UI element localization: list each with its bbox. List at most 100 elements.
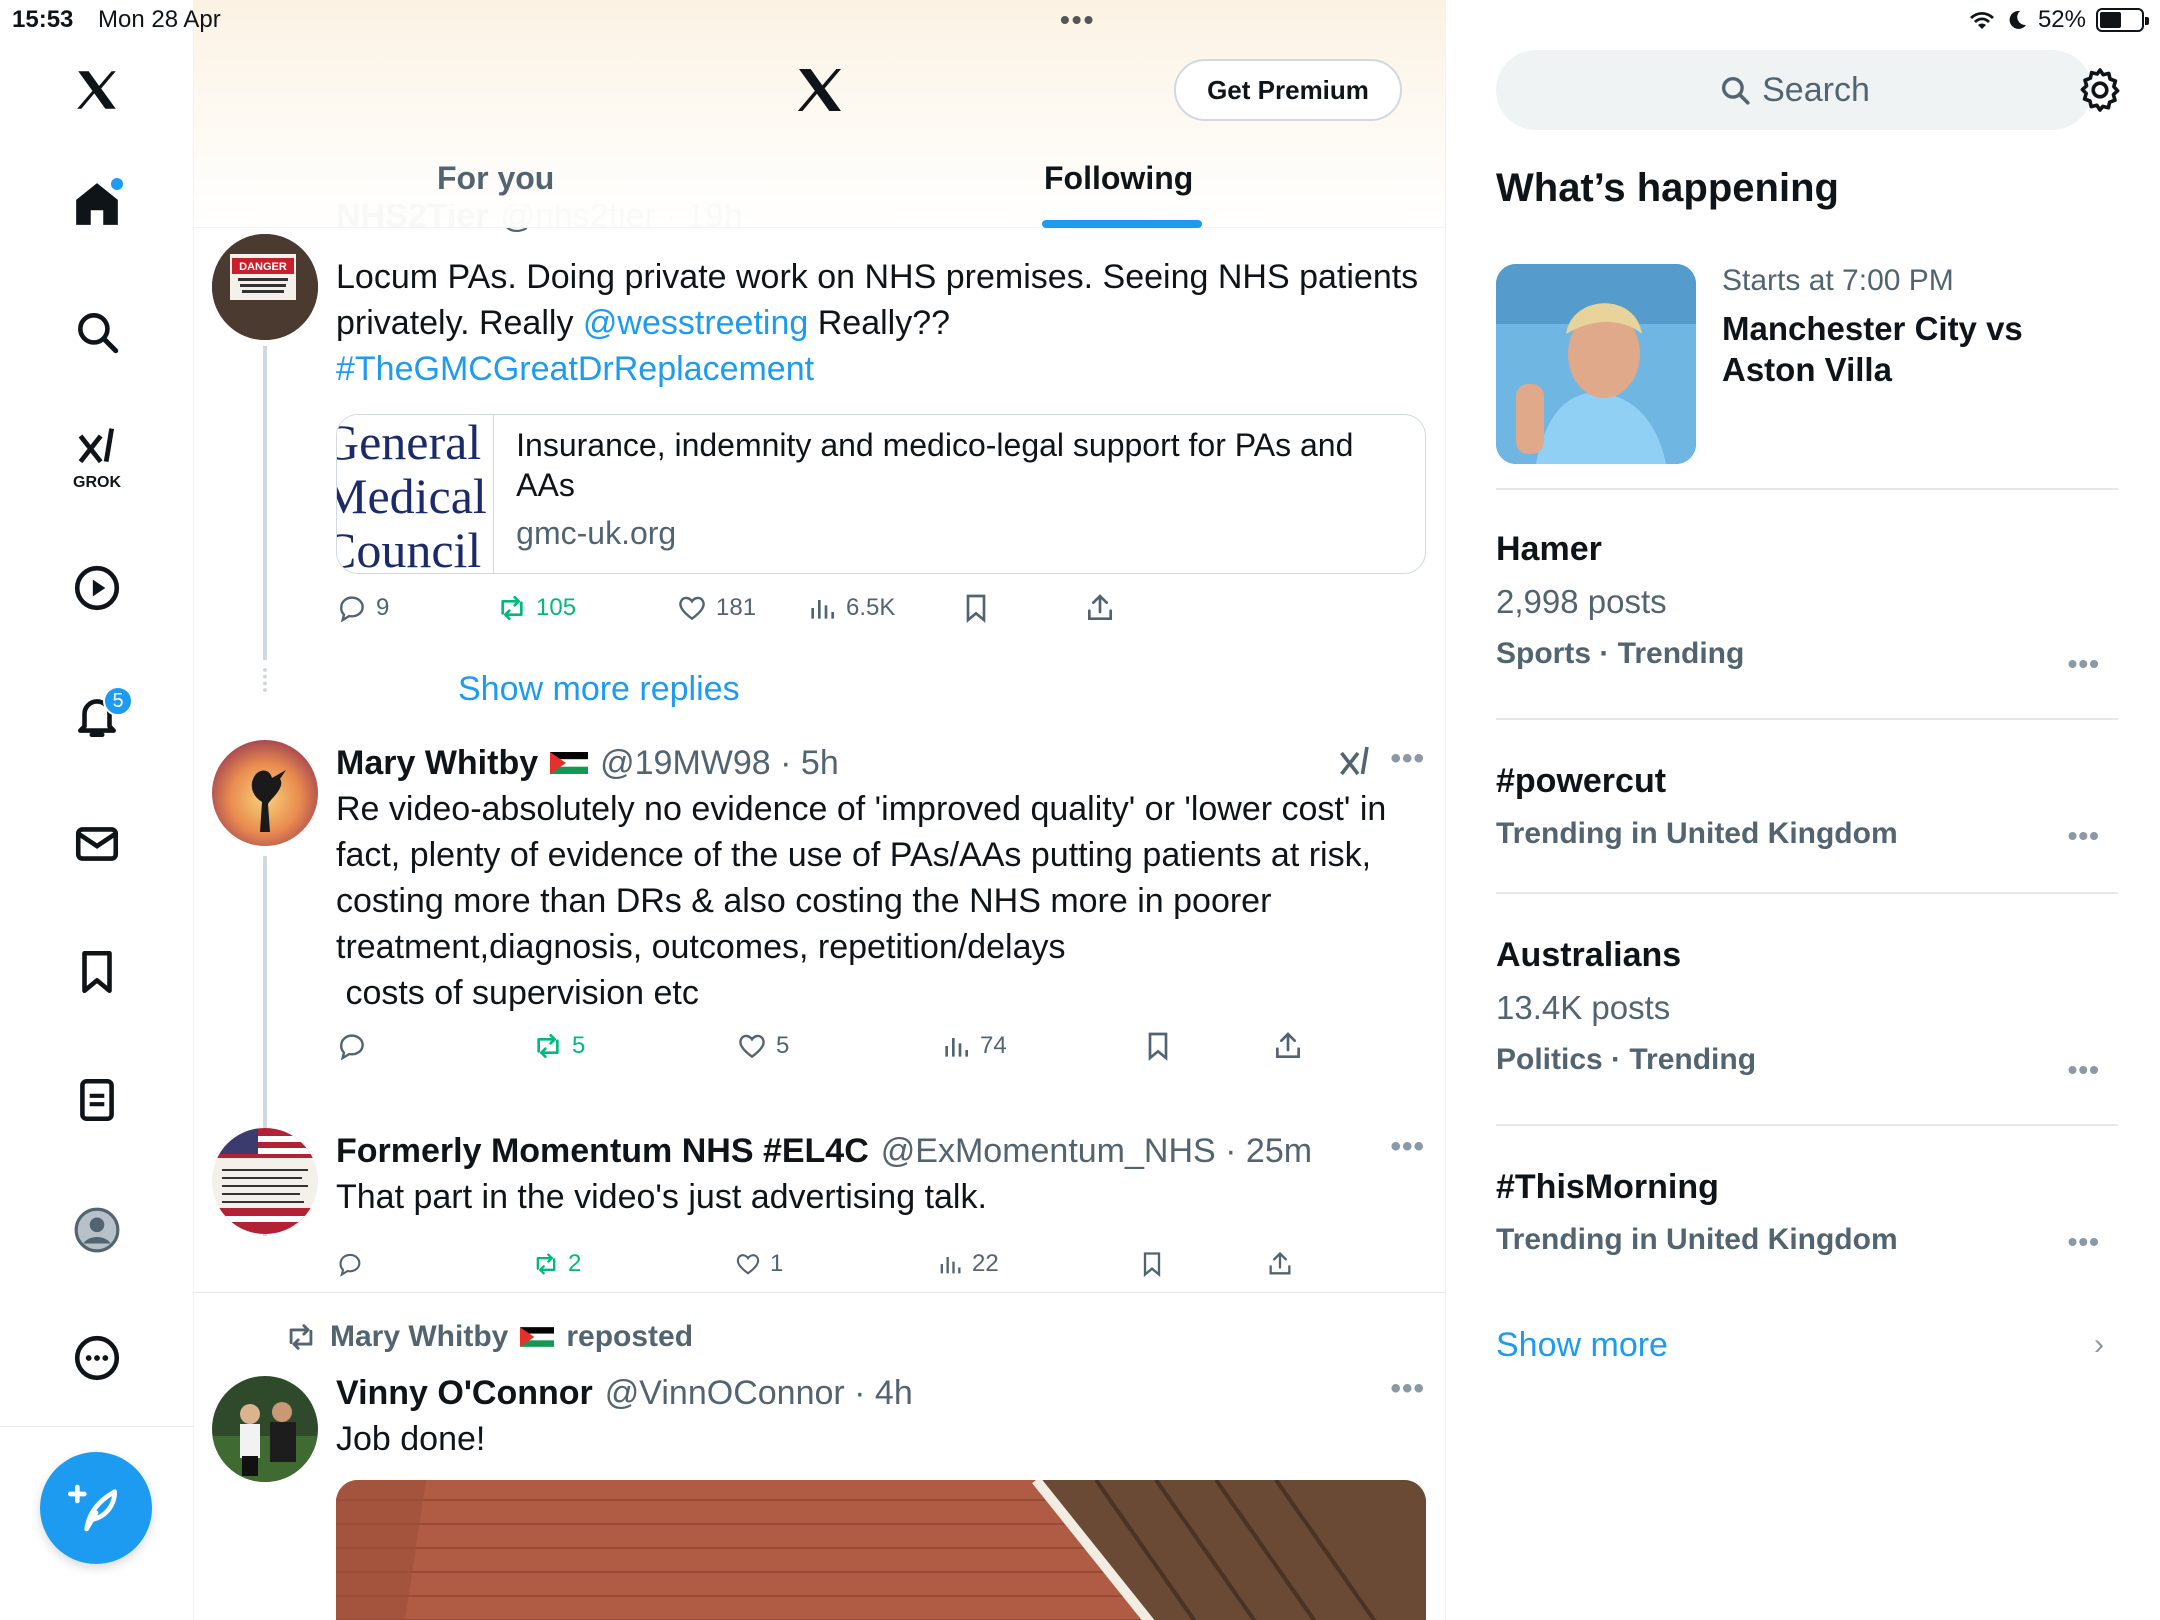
more-options-icon[interactable]: ••• — [2068, 1054, 2100, 1086]
view-count: 74 — [980, 1032, 1007, 1059]
danger-sign-avatar-image: DANGER — [212, 234, 318, 340]
newspaper-flag-avatar-image — [212, 1128, 318, 1234]
tweet-actions: 9 105 181 6.5K — [336, 592, 1116, 624]
link-card[interactable]: General Medical Council Insurance, indem… — [336, 414, 1426, 574]
share-button[interactable] — [1272, 1030, 1304, 1062]
trend-meta: Politics · Trending — [1496, 1043, 1757, 1076]
avatar[interactable] — [212, 1376, 318, 1482]
grok-label: GROK — [73, 474, 121, 491]
repost-icon — [501, 596, 523, 620]
more-options-icon[interactable]: ••• — [1390, 742, 1425, 776]
repost-count: 5 — [572, 1032, 586, 1059]
x-logo-icon[interactable] — [792, 62, 848, 118]
lists-icon[interactable] — [57, 1060, 137, 1140]
home-icon[interactable] — [57, 164, 137, 244]
show-more-trends-link[interactable]: Show more — [1496, 1326, 1668, 1365]
get-premium-button[interactable]: Get Premium — [1174, 59, 1402, 121]
share-icon — [1269, 1251, 1291, 1275]
more-options-icon[interactable] — [57, 1318, 137, 1398]
x-logo-icon[interactable] — [57, 50, 137, 130]
reply-icon — [340, 1034, 364, 1061]
reply-button[interactable] — [336, 1250, 532, 1278]
bookmark-button[interactable] — [960, 592, 1084, 624]
trend-item-powercut[interactable]: #powercut Trending in United Kingdom ••• — [1496, 762, 2118, 851]
tweet-text-line: fact, plenty of evidence of the use of P… — [336, 836, 1372, 874]
more-options-icon[interactable]: ••• — [1390, 1130, 1425, 1164]
author-name[interactable]: Mary Whitby — [336, 744, 538, 783]
repost-button[interactable]: 2 — [532, 1250, 734, 1278]
more-options-icon[interactable]: ••• — [1390, 1372, 1425, 1406]
chevron-right-icon: › — [2094, 1328, 2104, 1361]
trend-item-thismorning[interactable]: #ThisMorning Trending in United Kingdom … — [1496, 1168, 2118, 1257]
more-options-icon[interactable]: ••• — [2068, 648, 2100, 680]
like-button[interactable]: 181 — [676, 592, 806, 624]
messages-envelope-icon[interactable] — [57, 804, 137, 884]
tab-following[interactable]: Following — [1044, 160, 1193, 197]
reply-button[interactable]: 9 — [336, 592, 496, 624]
notifications-bell-icon[interactable]: 5 — [57, 676, 137, 756]
avatar[interactable] — [212, 1128, 318, 1234]
battery-level — [2100, 12, 2121, 28]
avatar[interactable]: DANGER — [212, 234, 318, 340]
trend-item-hamer[interactable]: Hamer 2,998 posts Sports · Trending ••• — [1496, 530, 2118, 679]
compose-post-button[interactable] — [40, 1452, 152, 1564]
views-chart-icon — [940, 1257, 961, 1274]
battery-icon — [2096, 8, 2149, 32]
views-button[interactable]: 6.5K — [806, 592, 966, 624]
tweet-media-image[interactable] — [336, 1480, 1426, 1620]
author-handle[interactable]: @VinnOConnor · 4h — [605, 1374, 913, 1413]
link-card-domain: gmc-uk.org — [516, 515, 677, 551]
event-title: Manchester City vs Aston Villa — [1722, 310, 2023, 388]
repost-context[interactable]: Mary Whitby reposted — [284, 1320, 693, 1354]
right-sidebar: Search What’s happening Starts at 7:00 P… — [1446, 0, 2160, 1620]
hashtag-link[interactable]: #TheGMCGreatDrReplacement — [336, 350, 814, 388]
tweet-text-line: treatment,diagnosis, outcomes, repetitio… — [336, 928, 1066, 966]
repost-button[interactable]: 5 — [532, 1030, 736, 1062]
bookmark-icon — [1148, 1032, 1168, 1061]
author-name[interactable]: Vinny O'Connor — [336, 1374, 593, 1413]
bookmark-button[interactable] — [1138, 1250, 1266, 1278]
wifi-icon — [1969, 12, 1994, 29]
video-play-icon[interactable] — [57, 548, 137, 628]
like-button[interactable]: 5 — [736, 1030, 940, 1062]
grok-explain-icon[interactable] — [1337, 744, 1373, 780]
repost-icon — [289, 1324, 313, 1350]
feather-plus-icon — [68, 1484, 117, 1532]
trend-title: Australians — [1496, 936, 1682, 974]
football-players-avatar-image — [212, 1376, 318, 1482]
profile-avatar-icon[interactable] — [57, 1190, 137, 1270]
author-handle[interactable]: @19MW98 · 5h — [600, 744, 839, 783]
grok-icon[interactable]: GROK — [57, 416, 137, 496]
thread-line — [263, 346, 267, 660]
whats-happening-heading: What’s happening — [1496, 166, 1839, 210]
tab-for-you[interactable]: For you — [437, 160, 554, 197]
multitask-dots-icon[interactable]: ••• — [1060, 4, 1095, 36]
trend-event-card[interactable]: Starts at 7:00 PM Manchester City vs Ast… — [1496, 264, 2118, 464]
search-input[interactable]: Search — [1496, 50, 2092, 130]
author-name[interactable]: Formerly Momentum NHS #EL4C — [336, 1132, 869, 1171]
trend-item-australians[interactable]: Australians 13.4K posts Politics · Trend… — [1496, 936, 2118, 1085]
heart-icon — [739, 1034, 765, 1059]
bookmark-button[interactable] — [1142, 1030, 1272, 1062]
share-button[interactable] — [1084, 592, 1116, 624]
more-options-icon[interactable]: ••• — [2068, 820, 2100, 852]
explore-search-icon[interactable] — [57, 292, 137, 372]
repost-count: 105 — [536, 594, 577, 621]
bookmark-icon — [1143, 1252, 1161, 1277]
bookmarks-icon[interactable] — [57, 932, 137, 1012]
status-date: Mon 28 Apr — [98, 6, 221, 33]
views-button[interactable]: 22 — [936, 1250, 1138, 1278]
views-button[interactable]: 74 — [940, 1030, 1142, 1062]
more-options-icon[interactable]: ••• — [2068, 1226, 2100, 1258]
show-more-replies-link[interactable]: Show more replies — [458, 670, 740, 709]
like-button[interactable]: 1 — [734, 1250, 936, 1278]
mention-link[interactable]: @wesstreeting — [583, 304, 808, 342]
reply-button[interactable] — [336, 1030, 532, 1062]
settings-gear-icon[interactable] — [2076, 66, 2124, 114]
share-button[interactable] — [1266, 1250, 1294, 1278]
like-count: 1 — [770, 1250, 784, 1277]
avatar[interactable] — [212, 740, 318, 846]
tweet-text: Job done! — [336, 1420, 486, 1458]
author-handle[interactable]: @ExMomentum_NHS · 25m — [881, 1132, 1312, 1171]
battery-percent: 52% — [2037, 6, 2086, 33]
